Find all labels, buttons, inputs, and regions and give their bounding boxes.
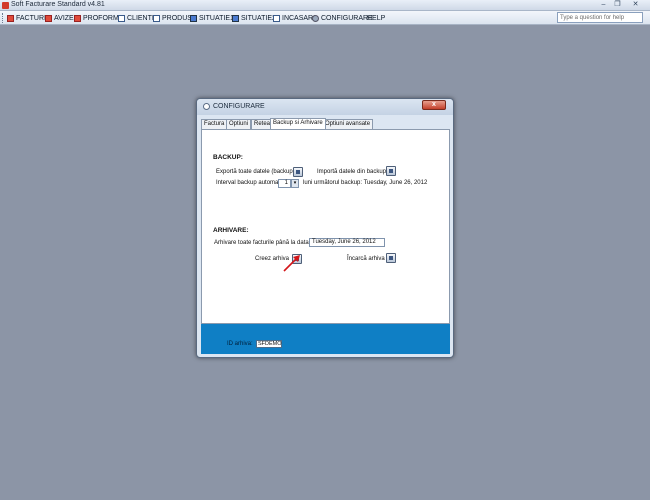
archive-heading: ARHIVARE: bbox=[213, 227, 249, 234]
menu-avize[interactable]: AVIZE bbox=[45, 13, 74, 23]
next-backup-text: luni următorul backup: Tuesday, June 26,… bbox=[303, 180, 428, 186]
menu-situatie1[interactable]: SITUATIE1 bbox=[190, 13, 234, 23]
archive-date-input[interactable]: Tuesday, June 26, 2012 bbox=[309, 238, 385, 247]
import-backup-icon[interactable] bbox=[386, 166, 396, 176]
menu-facturi[interactable]: FACTURI bbox=[7, 13, 46, 23]
close-button[interactable]: ✕ bbox=[631, 1, 640, 9]
interval-input[interactable]: 1 bbox=[278, 179, 291, 188]
menu-label: CONFIGURARE bbox=[321, 14, 373, 22]
tab-backup-si-arhivare[interactable]: Backup si Arhivare bbox=[270, 118, 326, 129]
menu-configurare[interactable]: CONFIGURARE bbox=[312, 13, 373, 23]
list-icon bbox=[118, 14, 125, 22]
load-archive-label: Încarcă arhiva bbox=[347, 256, 385, 262]
toolbar-grip[interactable] bbox=[2, 13, 4, 23]
dialog-footer: ID arhiva: SFDEMO bbox=[201, 324, 450, 354]
tab-panel: BACKUP: Exportă toate datele (backup): I… bbox=[201, 129, 450, 324]
dialog-close-button[interactable]: x bbox=[422, 100, 446, 110]
dialog-title: CONFIGURARE bbox=[213, 103, 265, 110]
backup-heading: BACKUP: bbox=[213, 154, 243, 161]
report-icon bbox=[190, 14, 197, 22]
interval-dropdown[interactable]: ▾ bbox=[291, 179, 299, 188]
archive-id-label: ID arhiva: bbox=[227, 341, 253, 347]
menu-help[interactable]: HELP bbox=[367, 13, 385, 23]
menu-label: AVIZE bbox=[54, 14, 74, 22]
configurare-dialog: CONFIGURARE x Factura Optiuni Retea Back… bbox=[196, 98, 454, 358]
menu-label: SITUATIE1 bbox=[199, 14, 234, 22]
load-archive-icon[interactable] bbox=[386, 253, 396, 263]
menu-situatie2[interactable]: SITUATIE2 bbox=[232, 13, 276, 23]
interval-label: Interval backup automat: bbox=[216, 180, 282, 186]
restore-button[interactable]: ❐ bbox=[613, 1, 622, 9]
archive-until-label: Arhivare toate facturile până la data: bbox=[214, 240, 311, 246]
document-red-icon bbox=[45, 14, 52, 22]
menu-incasari[interactable]: INCASARI bbox=[273, 13, 315, 23]
minimize-button[interactable]: – bbox=[599, 1, 608, 9]
export-backup-icon[interactable] bbox=[293, 167, 303, 177]
dialog-icon bbox=[203, 103, 210, 110]
app-icon bbox=[2, 2, 9, 9]
list-icon bbox=[153, 14, 160, 22]
report-icon bbox=[273, 14, 280, 22]
document-red-icon bbox=[74, 14, 81, 22]
menu-label: FACTURI bbox=[16, 14, 46, 22]
tab-factura[interactable]: Factura bbox=[201, 119, 228, 129]
report-icon bbox=[232, 14, 239, 22]
archive-id-field[interactable]: SFDEMO bbox=[256, 340, 282, 348]
tab-optiuni[interactable]: Optiuni bbox=[226, 119, 252, 129]
help-search-input[interactable]: Type a question for help bbox=[557, 12, 643, 23]
menu-bar: FACTURI AVIZE PROFORME CLIENTI PRODUSE S… bbox=[0, 11, 650, 25]
menu-label: HELP bbox=[367, 14, 386, 22]
tab-optiuni-avansate[interactable]: Optiuni avansate bbox=[322, 119, 374, 129]
menu-proforme[interactable]: PROFORME bbox=[74, 13, 123, 23]
gear-icon bbox=[312, 14, 319, 22]
app-title: Soft Facturare Standard v4.81 bbox=[11, 1, 105, 8]
menu-clienti[interactable]: CLIENTI bbox=[118, 13, 154, 23]
menu-label: CLIENTI bbox=[127, 14, 154, 22]
menu-label: SITUATIE2 bbox=[241, 14, 276, 22]
dialog-titlebar[interactable]: CONFIGURARE x bbox=[197, 99, 453, 115]
menu-label: INCASARI bbox=[282, 14, 316, 22]
document-red-icon bbox=[7, 14, 14, 22]
export-label: Exportă toate datele (backup): bbox=[216, 169, 297, 175]
pointer-arrow-icon bbox=[283, 255, 300, 272]
chevron-down-icon: ▾ bbox=[293, 180, 297, 186]
app-titlebar: Soft Facturare Standard v4.81 – ❐ ✕ bbox=[0, 0, 650, 11]
import-label: Importă datele din backup: bbox=[317, 169, 388, 175]
